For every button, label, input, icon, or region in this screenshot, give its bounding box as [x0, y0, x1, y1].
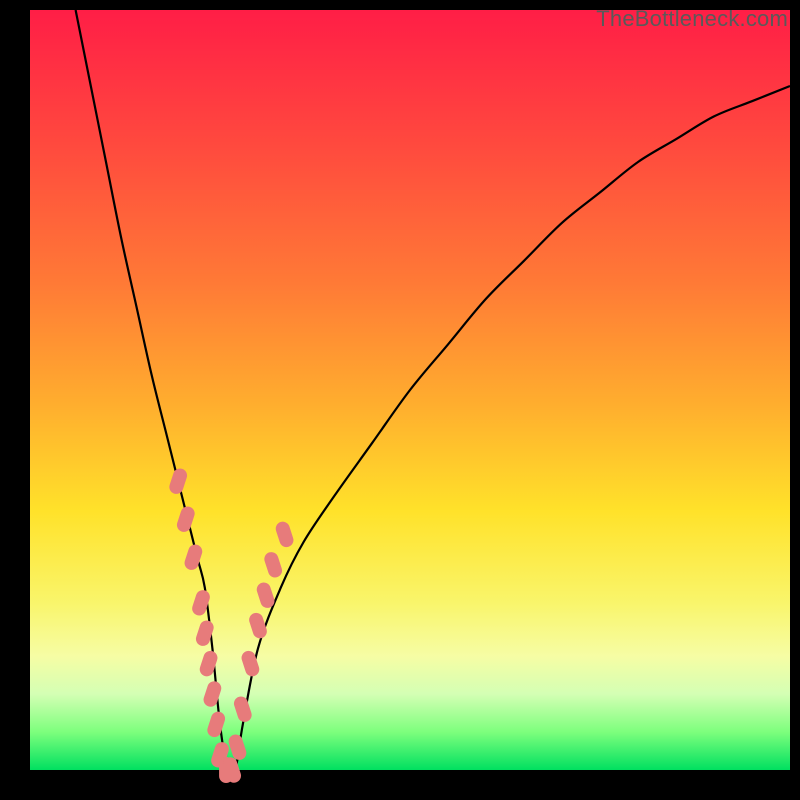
marker-group: [168, 467, 296, 785]
marker-capsule: [240, 649, 261, 678]
plot-area: [30, 10, 790, 770]
marker-capsule: [206, 710, 227, 739]
watermark-text: TheBottleneck.com: [596, 6, 788, 32]
chart-svg: [30, 10, 790, 770]
chart-frame: TheBottleneck.com: [0, 0, 800, 800]
marker-capsule: [198, 649, 219, 678]
bottleneck-curve: [76, 10, 790, 776]
marker-capsule: [232, 695, 253, 724]
marker-capsule: [175, 505, 196, 534]
marker-capsule: [263, 550, 284, 579]
marker-capsule: [202, 679, 223, 708]
marker-capsule: [168, 467, 189, 496]
marker-capsule: [274, 520, 295, 549]
